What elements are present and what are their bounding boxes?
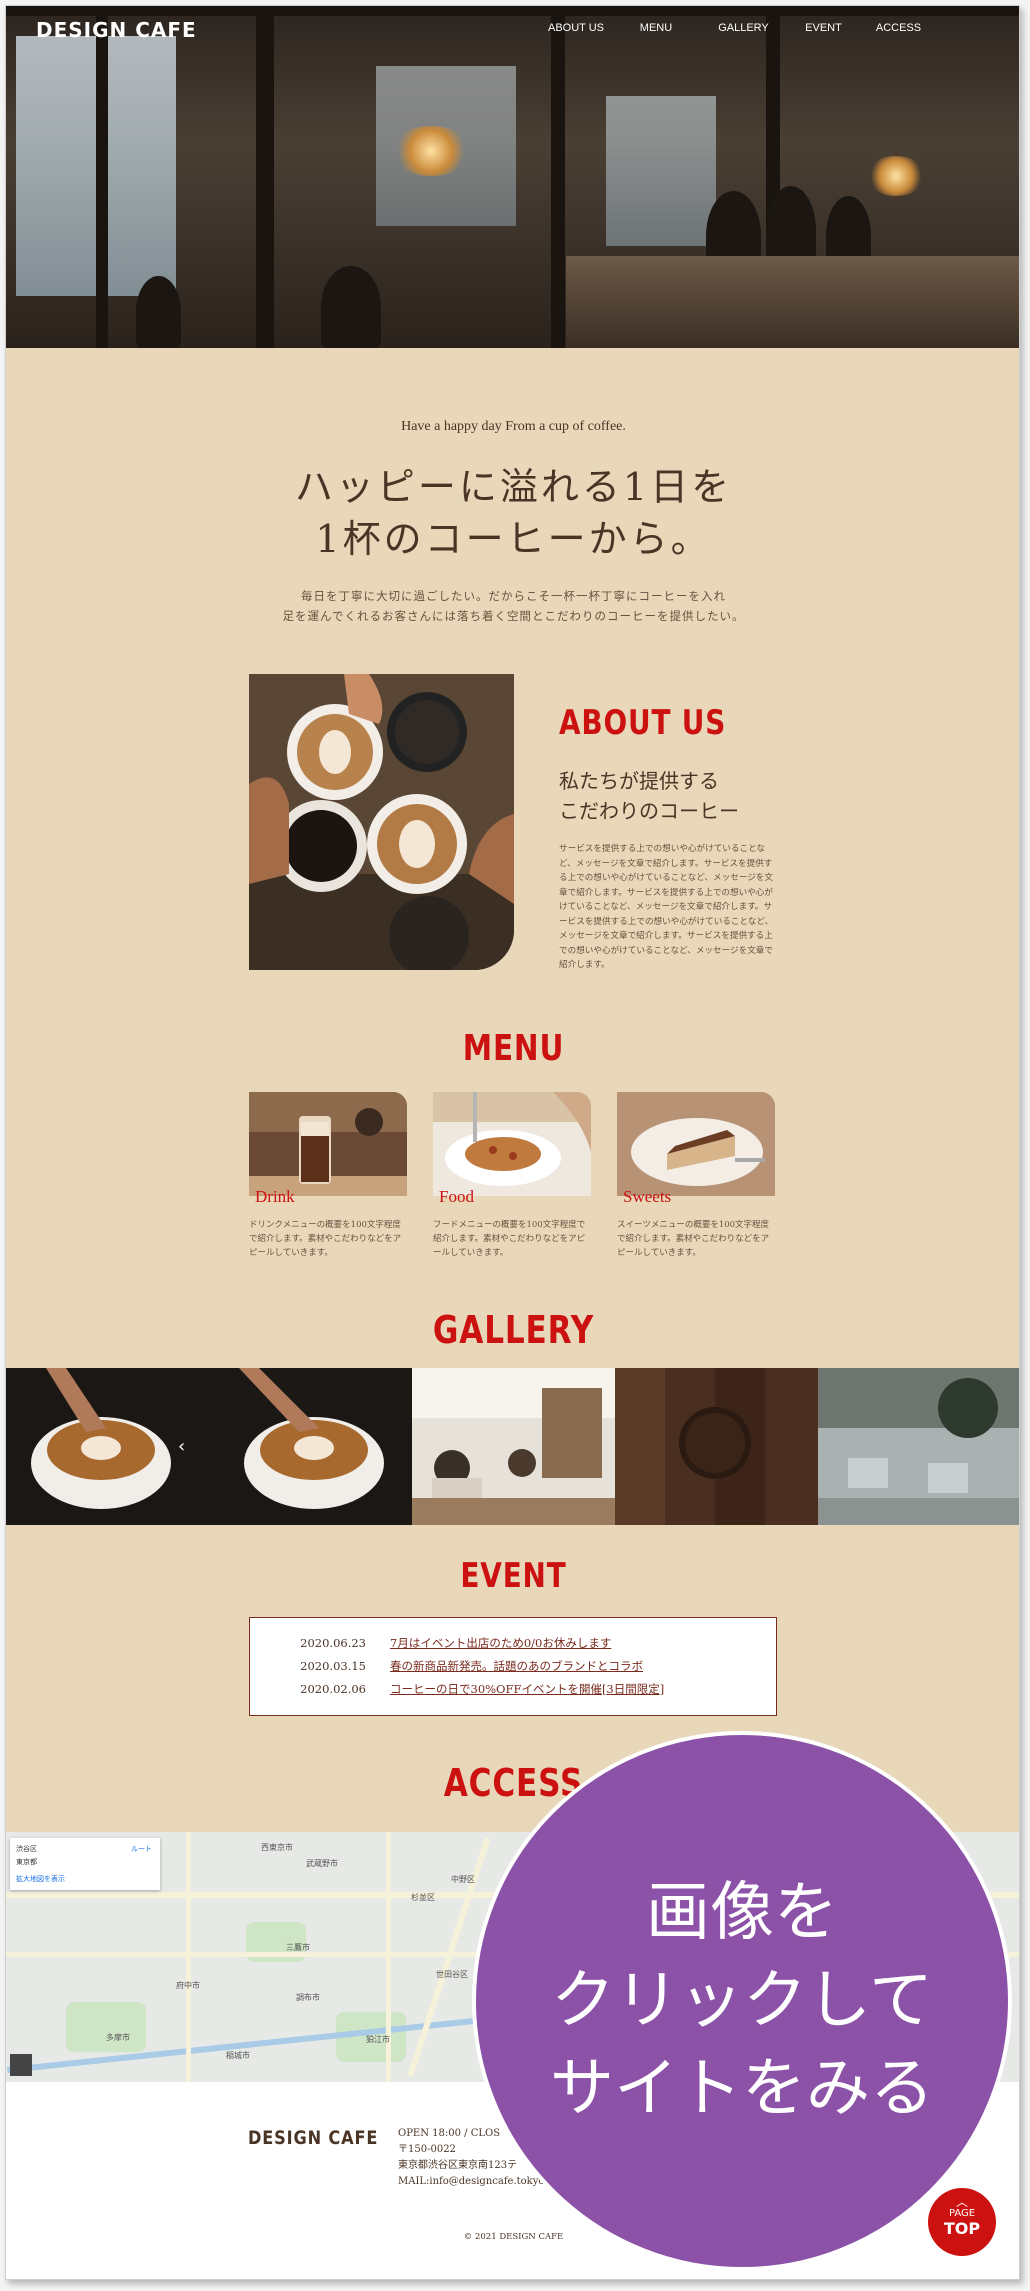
terrace-illustration (818, 1368, 1019, 1525)
map-route-link[interactable]: ルート (131, 1844, 152, 1854)
drink-image (249, 1092, 407, 1196)
food-desc: フードメニューの概要を100文字程度で紹介します。素材やこだわりなどをアピールし… (433, 1220, 586, 1258)
overlay-text: 画像を クリックして サイトをみる (550, 1869, 934, 2133)
map-enlarge-link[interactable]: 拡大地図を表示 (16, 1874, 65, 1884)
map-info-card: 渋谷区 東京都 ルート 拡大地図を表示 (10, 1838, 160, 1890)
event-item[interactable]: 2020.02.06 コーヒーの日で30%OFFイベントを開催[3日間限定] (250, 1678, 776, 1701)
coffee-beans-illustration (615, 1368, 818, 1525)
gallery-slider[interactable] (6, 1368, 1019, 1525)
page-top-label-2: TOP (943, 2219, 981, 2238)
about-body: サービスを提供する上での想いや心がけていることなど、メッセージを文章で紹介します… (559, 844, 774, 970)
lead-text: 毎日を丁寧に大切に過ごしたい。だからこそ一杯一杯丁寧にコーヒーを入れ 足を運んで… (6, 586, 1019, 626)
latte-illustration (209, 1368, 412, 1525)
hero-person (136, 276, 181, 348)
event-link[interactable]: 7月はイベント出店のため0/0お休みします (390, 1632, 611, 1655)
headline-line-1: ハッピーに溢れる1日を (294, 465, 733, 509)
iced-coffee-illustration (249, 1092, 407, 1196)
menu-card-drink[interactable]: Drink ドリンクメニューの概要を100文字程度で紹介します。素材やこだわりな… (249, 1092, 407, 1260)
drink-label: Drink (255, 1187, 295, 1206)
about-subtitle-line-2: こだわりのコーヒー (559, 799, 739, 823)
street-view-icon[interactable] (10, 2054, 32, 2076)
nav-access[interactable]: ACCESS (861, 22, 936, 34)
event-title: EVENT (460, 1556, 567, 1596)
hero-lamp (391, 126, 471, 176)
gallery-title: GALLERY (432, 1308, 595, 1352)
hero-lamp-2 (866, 156, 926, 196)
nav-menu[interactable]: MENU (611, 22, 701, 34)
about-us-title: ABOUT US (559, 703, 727, 743)
event-item[interactable]: 2020.06.23 7月はイベント出店のため0/0お休みします (250, 1632, 776, 1655)
hero-beam-2 (256, 6, 274, 348)
event-link[interactable]: 春の新商品新発売。話題のあのブランドとコラボ (390, 1655, 643, 1678)
pasta-illustration (433, 1092, 591, 1196)
map-label: 稲城市 (226, 2051, 250, 2060)
hero-beam-1 (96, 6, 108, 348)
nav-gallery[interactable]: GALLERY (701, 22, 786, 34)
headline-line-2: 1杯のコーヒーから。 (315, 517, 712, 561)
map-label: 武蔵野市 (306, 1859, 338, 1868)
event-date: 2020.06.23 (300, 1636, 366, 1650)
map-label: 中野区 (451, 1875, 475, 1884)
event-list: 2020.06.23 7月はイベント出店のため0/0お休みします 2020.03… (249, 1617, 777, 1716)
event-item[interactable]: 2020.03.15 春の新商品新発売。話題のあのブランドとコラボ (250, 1655, 776, 1678)
food-image (433, 1092, 591, 1196)
map-road (186, 1832, 191, 2082)
food-label: Food (439, 1187, 474, 1206)
page-top-button[interactable]: ︿ PAGE TOP (928, 2188, 996, 2256)
hero-beam-top (6, 6, 1019, 16)
footer-mail: MAIL:info@designcafe.tokyo (398, 2176, 545, 2187)
cafe-interior-illustration (412, 1368, 615, 1525)
sweets-image (617, 1092, 775, 1196)
gallery-image-cafe-interior[interactable] (412, 1368, 615, 1525)
overlay-line-2: クリックして (550, 1964, 934, 2038)
hero-beam-3 (551, 6, 565, 348)
site-logo[interactable]: DESIGN CAFE (36, 18, 197, 42)
hero-image: DESIGN CAFE ABOUT US MENU GALLERY EVENT … (6, 6, 1019, 348)
lead-line-2: 足を運んでくれるお客さんには落ち着く空間とこだわりのコーヒーを提供したい。 (282, 609, 745, 623)
tagline: Have a happy day From a cup of coffee. (401, 419, 626, 434)
menu-card-food[interactable]: Food フードメニューの概要を100文字程度で紹介します。素材やこだわりなどを… (433, 1092, 591, 1260)
map-label: 杉並区 (411, 1893, 435, 1902)
overlay-line-1: 画像を (646, 1876, 838, 1950)
coffee-toast-illustration (249, 674, 514, 970)
gallery-image-terrace[interactable] (818, 1368, 1019, 1525)
event-date: 2020.03.15 (300, 1659, 366, 1673)
hero-window-right (606, 96, 716, 246)
main-headline: ハッピーに溢れる1日を 1杯のコーヒーから。 (6, 461, 1019, 565)
nav-event[interactable]: EVENT (786, 22, 861, 34)
lead-line-1: 毎日を丁寧に大切に過ごしたい。だからこそ一杯一杯丁寧にコーヒーを入れ (301, 589, 726, 603)
overlay-line-3: サイトをみる (550, 2052, 934, 2126)
event-date: 2020.02.06 (300, 1682, 366, 1696)
footer-logo[interactable]: DESIGN CAFE (248, 2127, 378, 2149)
gallery-image-latte-2[interactable] (209, 1368, 412, 1525)
map-label: 世田谷区 (436, 1970, 468, 1979)
map-label: 三鷹市 (286, 1943, 310, 1952)
sweets-desc: スイーツメニューの概要を100文字程度で紹介します。素材やこだわりなどをアピール… (617, 1220, 770, 1258)
menu-title: MENU (462, 1028, 565, 1069)
main-nav: ABOUT US MENU GALLERY EVENT ACCESS (541, 22, 936, 34)
drink-desc: ドリンクメニューの概要を100文字程度で紹介します。素材やこだわりなどをアピール… (249, 1220, 402, 1258)
footer-address: 東京都渋谷区東京南123テ (398, 2160, 518, 2171)
about-subtitle-line-1: 私たちが提供する (559, 769, 719, 793)
map-label: 狛江市 (366, 2035, 390, 2044)
gallery-image-coffee-beans[interactable] (615, 1368, 818, 1525)
event-link[interactable]: コーヒーの日で30%OFFイベントを開催[3日間限定] (390, 1678, 664, 1701)
about-image (249, 674, 514, 970)
map-label: 府中市 (176, 1981, 200, 1990)
about-subtitle: 私たちが提供する こだわりのコーヒー (559, 766, 739, 826)
map-label: 西東京市 (261, 1843, 293, 1852)
hero-counter (566, 256, 1019, 348)
chevron-up-icon: ︿ (955, 2195, 968, 2209)
map-park (66, 2002, 146, 2052)
menu-card-sweets[interactable]: Sweets スイーツメニューの概要を100文字程度で紹介します。素材やこだわり… (617, 1092, 775, 1260)
map-label: 調布市 (296, 1993, 320, 2002)
cheesecake-illustration (617, 1092, 775, 1196)
gallery-prev-arrow[interactable]: ‹ (178, 1436, 185, 1457)
nav-about-us[interactable]: ABOUT US (541, 22, 611, 34)
map-place-sub: 東京都 (16, 1858, 37, 1866)
map-label: 多摩市 (106, 2033, 130, 2042)
sweets-label: Sweets (623, 1187, 672, 1206)
hero-person (321, 266, 381, 348)
visit-site-overlay-button[interactable]: 画像を クリックして サイトをみる (472, 1731, 1012, 2271)
